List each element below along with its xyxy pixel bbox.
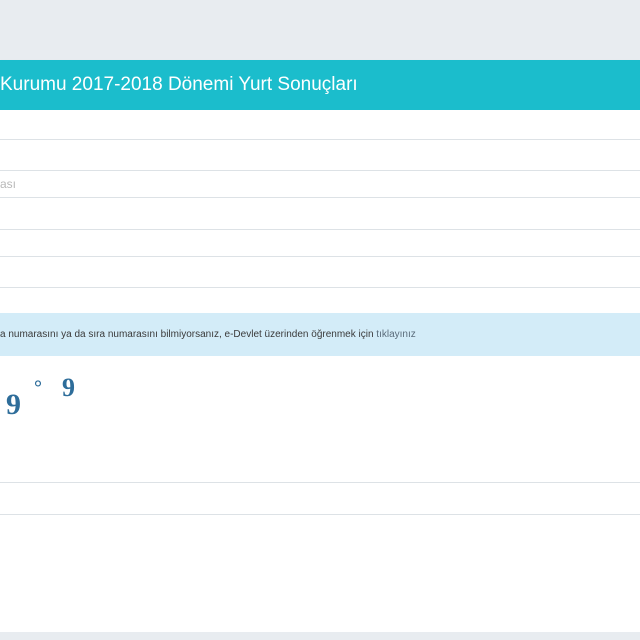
- form-input-3[interactable]: [0, 198, 640, 229]
- edevlet-link[interactable]: tıklayınız: [376, 329, 415, 340]
- captcha-row[interactable]: [0, 482, 640, 515]
- captcha-input[interactable]: [0, 483, 640, 514]
- captcha-char: °: [34, 377, 42, 399]
- info-text: a numarasını ya da sıra numarasını bilmi…: [0, 329, 377, 340]
- form-input-4[interactable]: [0, 230, 640, 256]
- form-row[interactable]: [0, 229, 640, 257]
- panel-title: Kurumu 2017-2018 Dönemi Yurt Sonuçları: [0, 60, 640, 110]
- form-row[interactable]: [0, 139, 640, 171]
- form-row[interactable]: [0, 256, 640, 288]
- info-bar: a numarasını ya da sıra numarasını bilmi…: [0, 313, 640, 356]
- bottom-bar: [0, 632, 640, 640]
- form-row[interactable]: [0, 170, 640, 198]
- form-input-2[interactable]: [0, 171, 640, 197]
- form-row[interactable]: [0, 197, 640, 230]
- form-input-5[interactable]: [0, 257, 640, 287]
- form-input-1[interactable]: [0, 140, 640, 170]
- page: Kurumu 2017-2018 Dönemi Yurt Sonuçları a…: [0, 0, 640, 640]
- captcha-image: 9 ° 9: [6, 373, 75, 421]
- form-row[interactable]: [0, 287, 640, 314]
- captcha-char: 9: [6, 388, 21, 421]
- form-input-6[interactable]: [0, 288, 640, 313]
- captcha-char: 9: [62, 373, 75, 402]
